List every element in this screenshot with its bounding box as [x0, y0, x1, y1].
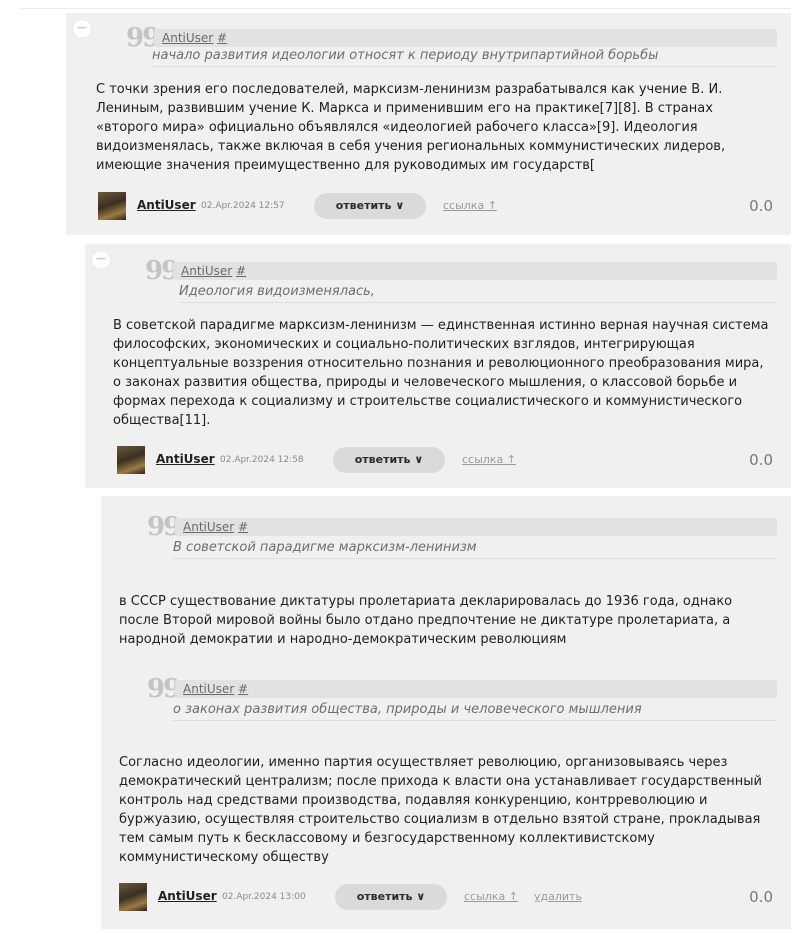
- arrow-up-icon: ↑: [508, 890, 518, 903]
- quote-author-link[interactable]: AntiUser: [181, 264, 232, 278]
- quote-header: AntiUser #: [154, 29, 777, 47]
- comment: 99 AntiUser # В советской парадигме марк…: [101, 496, 791, 929]
- reply-button[interactable]: ответить ∨: [335, 884, 447, 910]
- quote-block: 99 AntiUser # начало развития идеологии …: [126, 25, 777, 75]
- comment: − 99 AntiUser # начало развития идеологи…: [66, 13, 791, 235]
- comment-score: 0.0: [749, 888, 773, 906]
- quote-text: начало развития идеологии относят к пери…: [152, 48, 777, 67]
- quote-hash-link[interactable]: #: [238, 520, 248, 534]
- chevron-down-icon: ∨: [395, 199, 405, 212]
- comment-date: 02.Apr.2024 13:00: [222, 892, 306, 902]
- quote-header: AntiUser #: [175, 518, 777, 536]
- chevron-down-icon: ∨: [414, 453, 424, 466]
- top-divider: [20, 0, 791, 9]
- permalink[interactable]: ссылка ↑: [464, 890, 518, 903]
- link-label: ссылка: [443, 199, 485, 212]
- quote-author-link[interactable]: AntiUser: [162, 31, 213, 45]
- reply-label: ответить: [356, 890, 413, 903]
- quote-header: AntiUser #: [175, 680, 777, 698]
- delete-link[interactable]: удалить: [534, 890, 582, 903]
- quote-text: В советской парадигме марксизм-ленинизм: [173, 540, 777, 559]
- author-link[interactable]: AntiUser: [137, 198, 196, 212]
- quote-author-link[interactable]: AntiUser: [183, 682, 234, 696]
- permalink[interactable]: ссылка ↑: [462, 453, 516, 466]
- permalink[interactable]: ссылка ↑: [443, 199, 497, 212]
- avatar[interactable]: [98, 192, 126, 220]
- quote-block: 99 AntiUser # о законах развития обществ…: [147, 674, 777, 724]
- arrow-up-icon: ↑: [487, 199, 497, 212]
- comment-meta: AntiUser 02.Apr.2024 12:57 ответить ∨ сс…: [98, 192, 791, 220]
- quote-text: о законах развития общества, природы и ч…: [173, 702, 777, 721]
- comment-body: С точки зрения его последователей, маркс…: [96, 82, 726, 173]
- quote-header: AntiUser #: [173, 262, 777, 280]
- comment-meta: AntiUser 02.Apr.2024 12:58 ответить ∨ сс…: [117, 446, 791, 474]
- arrow-up-icon: ↑: [506, 453, 516, 466]
- comment-date: 02.Apr.2024 12:58: [220, 455, 304, 465]
- quote-block: 99 AntiUser # Идеология видоизменялась,: [145, 256, 777, 306]
- comment-body: Согласно идеологии, именно партия осущес…: [119, 755, 762, 865]
- avatar[interactable]: [119, 883, 147, 911]
- author-link[interactable]: AntiUser: [158, 889, 217, 903]
- quote-text: Идеология видоизменялась,: [179, 284, 777, 303]
- quote-hash-link[interactable]: #: [217, 31, 227, 45]
- comment-body: в СССР существование диктатуры пролетари…: [119, 594, 733, 647]
- link-label: ссылка: [462, 453, 504, 466]
- reply-button[interactable]: ответить ∨: [314, 193, 426, 219]
- chevron-down-icon: ∨: [416, 890, 426, 903]
- reply-button[interactable]: ответить ∨: [333, 447, 445, 473]
- comment: − 99 AntiUser # Идеология видоизменялась…: [85, 244, 791, 488]
- quote-block: 99 AntiUser # В советской парадигме марк…: [147, 512, 777, 562]
- collapse-button[interactable]: −: [72, 19, 92, 39]
- comment-date: 02.Apr.2024 12:57: [201, 201, 285, 211]
- author-link[interactable]: AntiUser: [156, 452, 215, 466]
- comment-score: 0.0: [749, 451, 773, 469]
- reply-label: ответить: [354, 453, 411, 466]
- link-label: ссылка: [464, 890, 506, 903]
- comment-score: 0.0: [749, 197, 773, 215]
- reply-label: ответить: [335, 199, 392, 212]
- avatar[interactable]: [117, 446, 145, 474]
- comment-meta: AntiUser 02.Apr.2024 13:00 ответить ∨ сс…: [119, 883, 791, 911]
- quote-author-link[interactable]: AntiUser: [183, 520, 234, 534]
- quote-hash-link[interactable]: #: [236, 264, 246, 278]
- collapse-button[interactable]: −: [91, 250, 111, 270]
- quote-hash-link[interactable]: #: [238, 682, 248, 696]
- comment-body: В советской парадигме марксизм-ленинизм …: [113, 318, 769, 428]
